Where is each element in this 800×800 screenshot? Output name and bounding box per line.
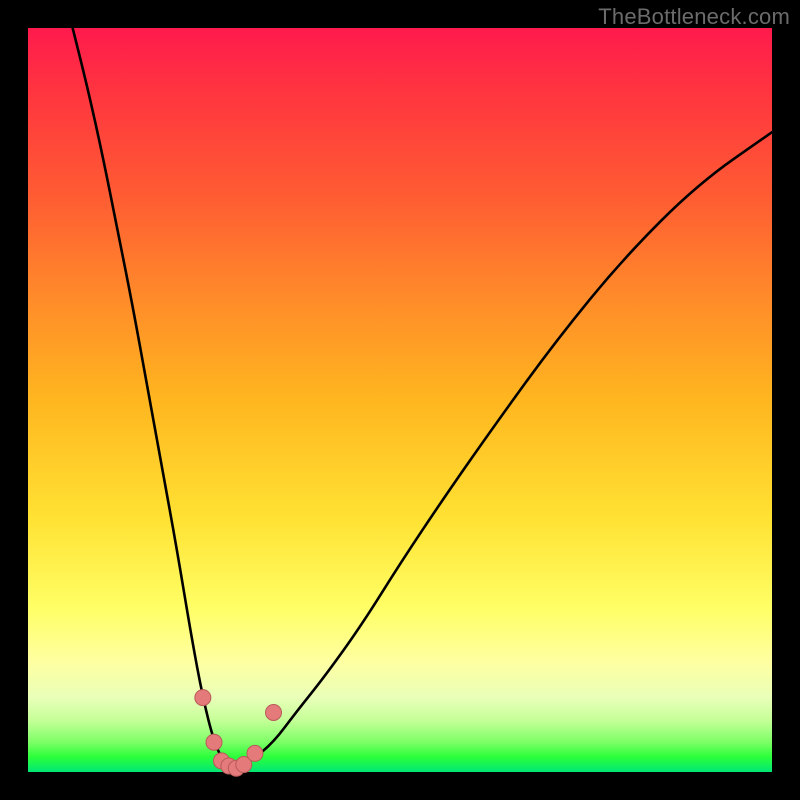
curve-marker	[247, 745, 263, 761]
curve-marker	[266, 704, 282, 720]
bottleneck-curve	[73, 28, 772, 767]
curve-marker	[195, 690, 211, 706]
watermark-text: TheBottleneck.com	[598, 4, 790, 30]
chart-frame: TheBottleneck.com	[0, 0, 800, 800]
curve-marker	[206, 734, 222, 750]
curve-svg	[28, 28, 772, 772]
plot-area	[28, 28, 772, 772]
curve-markers	[195, 690, 282, 777]
